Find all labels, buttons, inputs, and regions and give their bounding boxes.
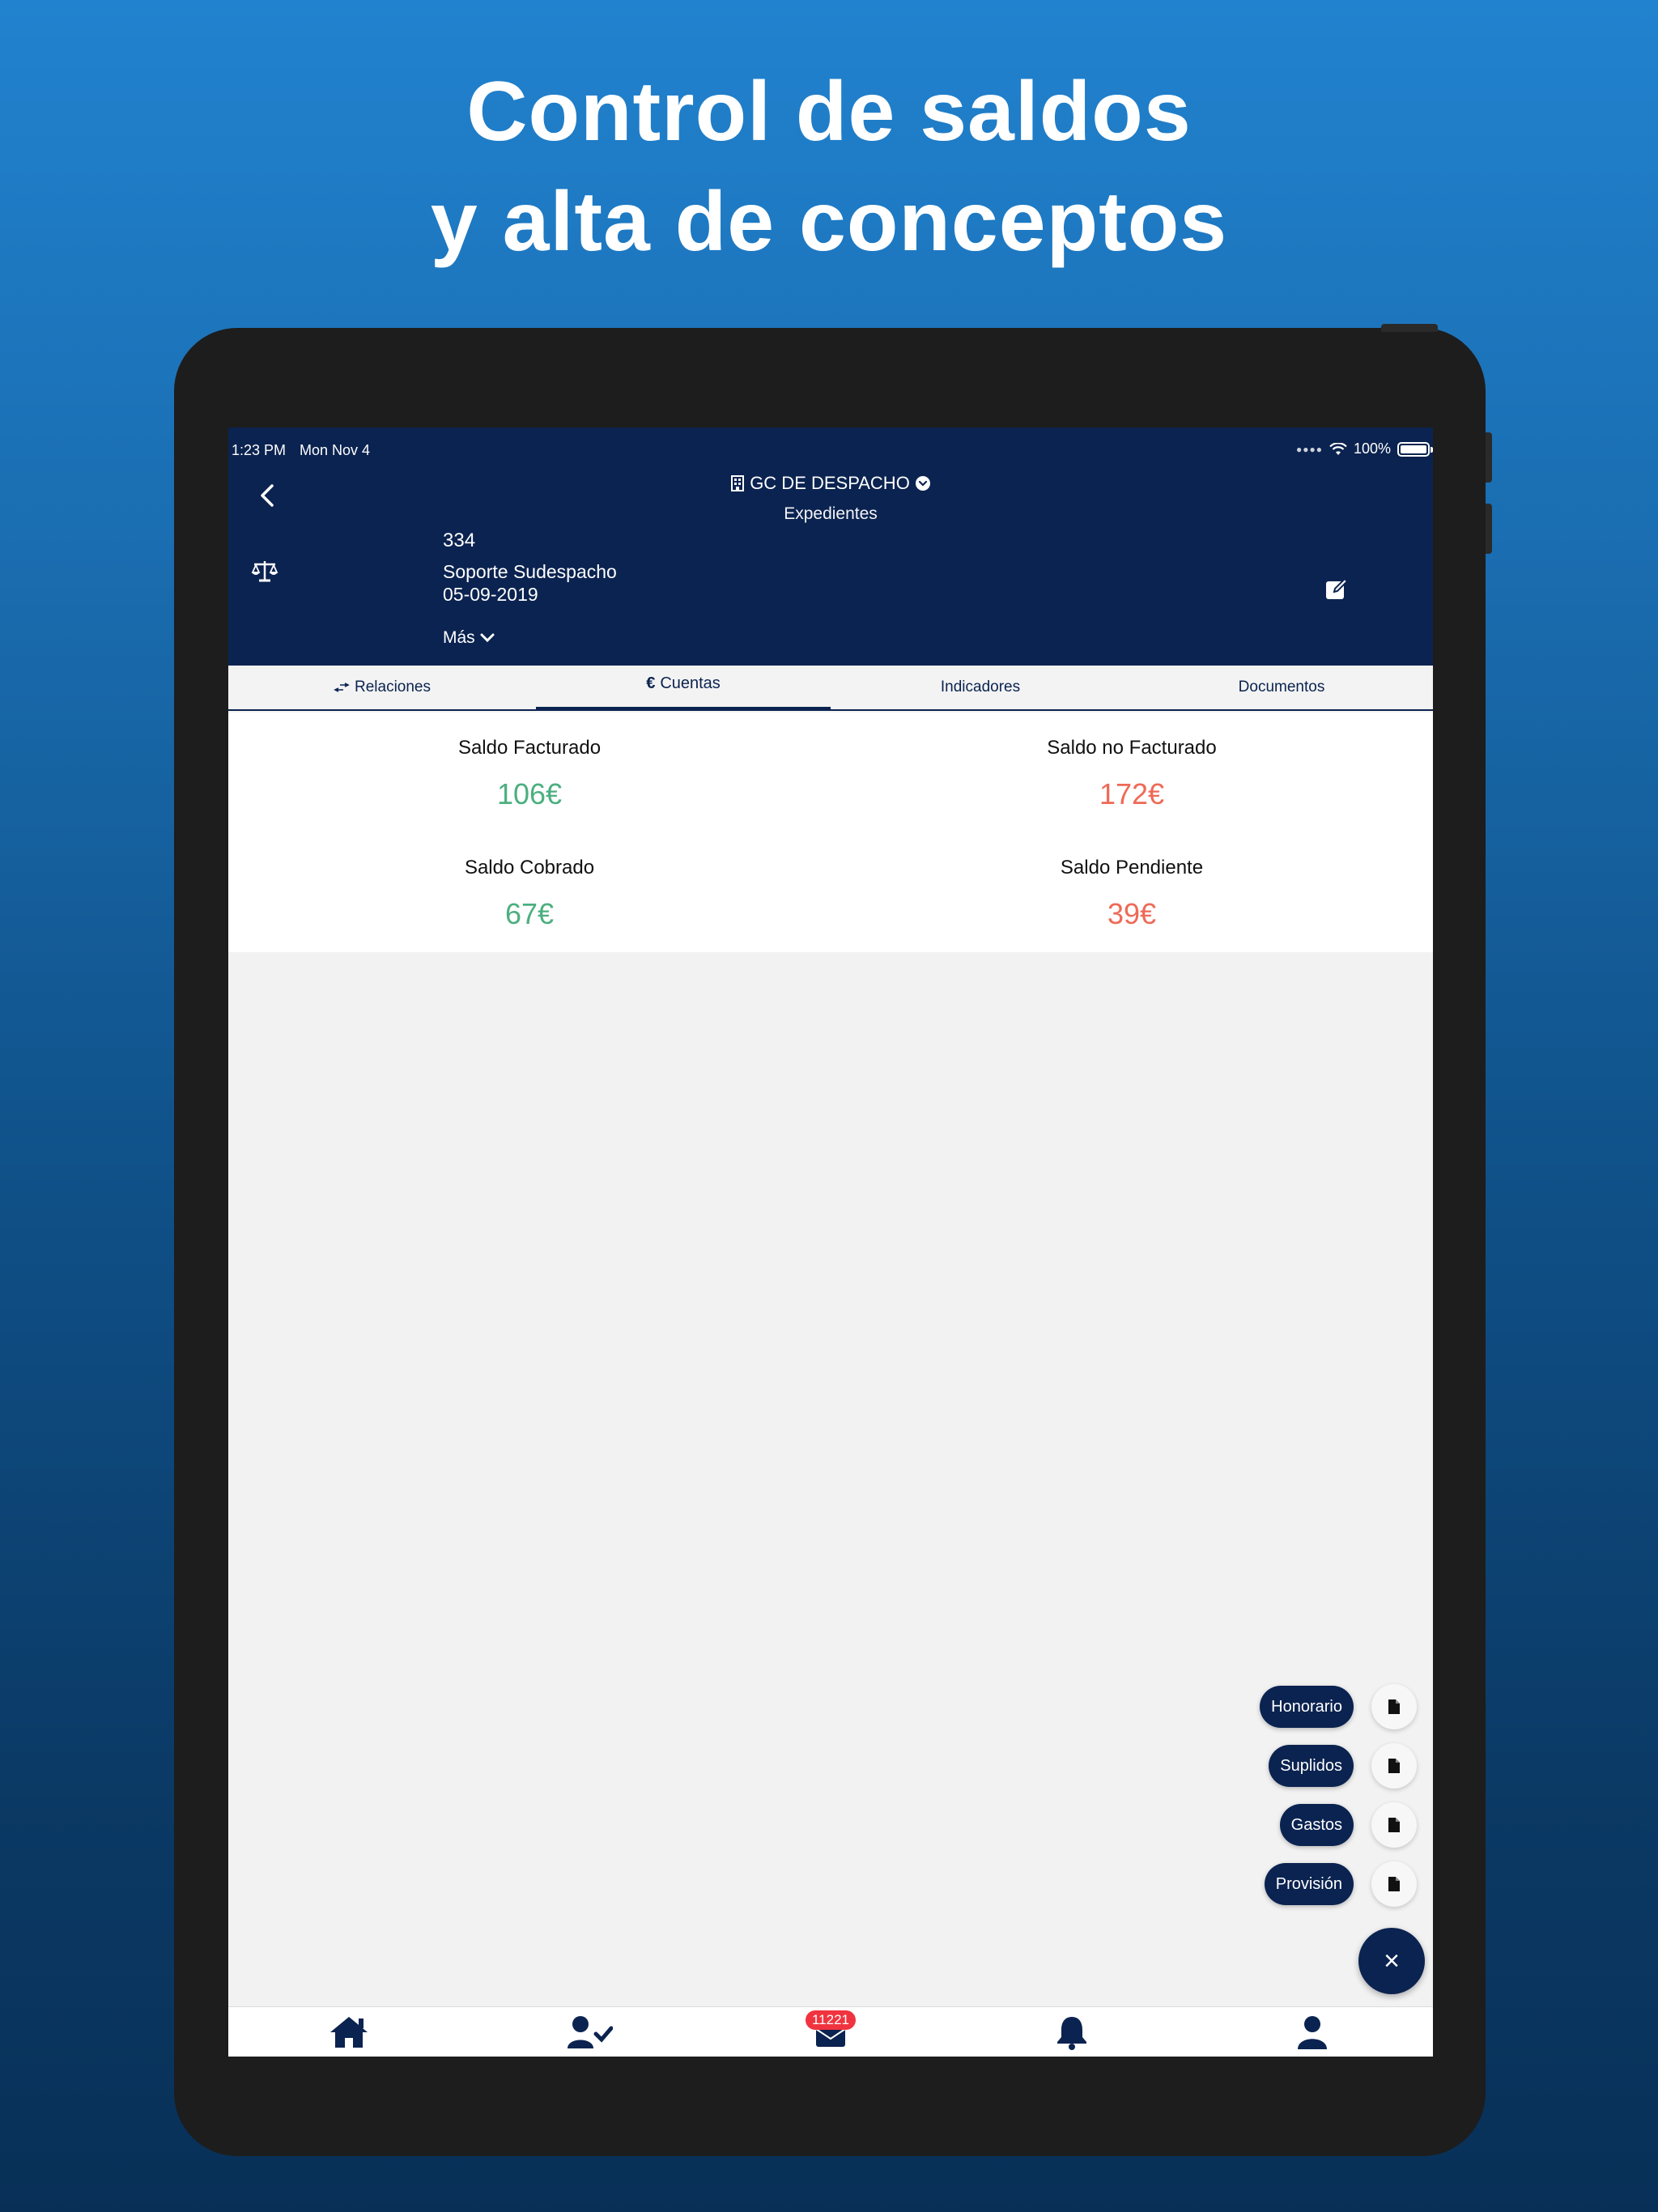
battery-percent: 100%	[1353, 440, 1391, 457]
arrows-swap-icon	[334, 683, 350, 692]
edit-icon[interactable]	[1324, 576, 1349, 601]
more-label: Más	[443, 628, 475, 647]
headline: Control de saldos y alta de conceptos	[0, 57, 1658, 277]
fab-provision-button[interactable]: Provisión	[1264, 1863, 1354, 1905]
fab-honorario-button[interactable]: Honorario	[1260, 1686, 1354, 1728]
signal-dots-icon: ●●●●	[1295, 443, 1323, 455]
case-client: Soporte Sudespacho	[443, 561, 617, 582]
fab-provision-icon-button[interactable]	[1371, 1861, 1417, 1907]
balances-panel: Saldo Facturado 106€ Saldo no Facturado …	[228, 713, 1433, 952]
case-number: 334	[443, 530, 476, 551]
tab-relaciones[interactable]: Relaciones	[228, 666, 536, 709]
balance-no-facturado: Saldo no Facturado 172€	[831, 737, 1433, 811]
company-selector[interactable]: GC DE DESPACHO	[730, 473, 931, 494]
tab-bar: Relaciones € Cuentas Indicadores Documen…	[228, 666, 1433, 711]
balance-value: 172€	[1099, 777, 1165, 810]
fab-action-honorario: Honorario	[1260, 1684, 1417, 1729]
nav-profile[interactable]	[1288, 2012, 1337, 2052]
nav-home[interactable]	[325, 2012, 373, 2052]
tab-documentos[interactable]: Documentos	[1130, 666, 1433, 709]
document-icon	[1388, 1759, 1400, 1773]
section-subtitle: Expedientes	[784, 504, 878, 523]
status-date: Mon Nov 4	[300, 442, 371, 458]
company-name: GC DE DESPACHO	[750, 473, 910, 493]
tab-cuentas[interactable]: € Cuentas	[536, 666, 831, 711]
tablet-volume-down	[1486, 504, 1492, 554]
app-header: 1:23 PM Mon Nov 4 ●●●● 100% GC DE DESPAC…	[228, 428, 1433, 666]
balance-label: Saldo no Facturado	[1047, 737, 1217, 759]
document-icon	[1388, 1818, 1400, 1832]
euro-icon: €	[646, 674, 656, 692]
balance-label: Saldo Facturado	[457, 737, 602, 759]
tab-documentos-label: Documentos	[1238, 678, 1325, 696]
header-title-block: GC DE DESPACHO Expedientes	[228, 473, 1433, 524]
battery-icon	[1397, 441, 1433, 457]
fab-close-button[interactable]: ×	[1358, 1928, 1425, 1994]
bottom-nav: 11221	[228, 2006, 1433, 2057]
balance-facturado: Saldo Facturado 106€	[228, 737, 831, 811]
case-info: 334 Soporte Sudespacho 05-09-2019	[443, 530, 617, 606]
more-toggle[interactable]: Más	[443, 628, 495, 648]
status-time: 1:23 PM	[232, 442, 287, 458]
building-icon	[731, 475, 745, 491]
nav-inbox[interactable]: 11221	[805, 2010, 856, 2052]
fab-action-provision: Provisión	[1264, 1861, 1417, 1907]
notification-badge: 11221	[805, 2010, 856, 2030]
fab-gastos-button[interactable]: Gastos	[1279, 1804, 1354, 1846]
fab-action-suplidos: Suplidos	[1269, 1743, 1417, 1789]
fab-gastos-icon-button[interactable]	[1371, 1802, 1417, 1848]
document-icon	[1388, 1699, 1400, 1714]
user-icon	[1298, 2015, 1328, 2049]
nav-user-check[interactable]	[565, 2012, 614, 2052]
balance-value: 106€	[496, 777, 563, 810]
balance-value: 39€	[1107, 897, 1157, 930]
balance-label: Saldo Cobrado	[464, 857, 595, 878]
balance-pendiente: Saldo Pendiente 39€	[831, 857, 1433, 931]
fab-suplidos-icon-button[interactable]	[1371, 1743, 1417, 1789]
balance-value: 67€	[504, 897, 555, 930]
fab-action-gastos: Gastos	[1279, 1802, 1417, 1848]
chevron-down-icon	[480, 633, 495, 643]
status-bar: 1:23 PM Mon Nov 4 ●●●● 100%	[228, 428, 1433, 458]
tablet-top-button	[1381, 324, 1438, 332]
fab-honorario-icon-button[interactable]	[1371, 1684, 1417, 1729]
tablet-volume-up	[1486, 432, 1492, 483]
wifi-icon	[1329, 442, 1347, 455]
tab-indicadores-label: Indicadores	[940, 678, 1021, 696]
headline-line-1: Control de saldos	[466, 65, 1192, 159]
nav-notifications[interactable]	[1048, 2012, 1096, 2052]
document-icon	[1388, 1877, 1400, 1891]
headline-line-2: y alta de conceptos	[430, 175, 1228, 269]
tab-indicadores[interactable]: Indicadores	[831, 666, 1130, 709]
bell-icon	[1056, 2016, 1086, 2050]
status-right: ●●●● 100%	[1295, 440, 1433, 457]
scale-justice-icon	[251, 561, 278, 582]
close-icon: ×	[1384, 1946, 1400, 1976]
app-screen: 1:23 PM Mon Nov 4 ●●●● 100% GC DE DESPAC…	[228, 428, 1433, 2057]
balance-cobrado: Saldo Cobrado 67€	[228, 857, 831, 931]
home-icon	[329, 2016, 368, 2048]
tab-relaciones-label: Relaciones	[355, 678, 431, 696]
tab-cuentas-label: Cuentas	[660, 674, 721, 692]
user-check-icon	[568, 2015, 614, 2048]
fab-suplidos-button[interactable]: Suplidos	[1269, 1745, 1354, 1787]
chevron-circle-down-icon	[915, 476, 930, 491]
balance-label: Saldo Pendiente	[1060, 857, 1204, 878]
case-date: 05-09-2019	[443, 584, 538, 605]
